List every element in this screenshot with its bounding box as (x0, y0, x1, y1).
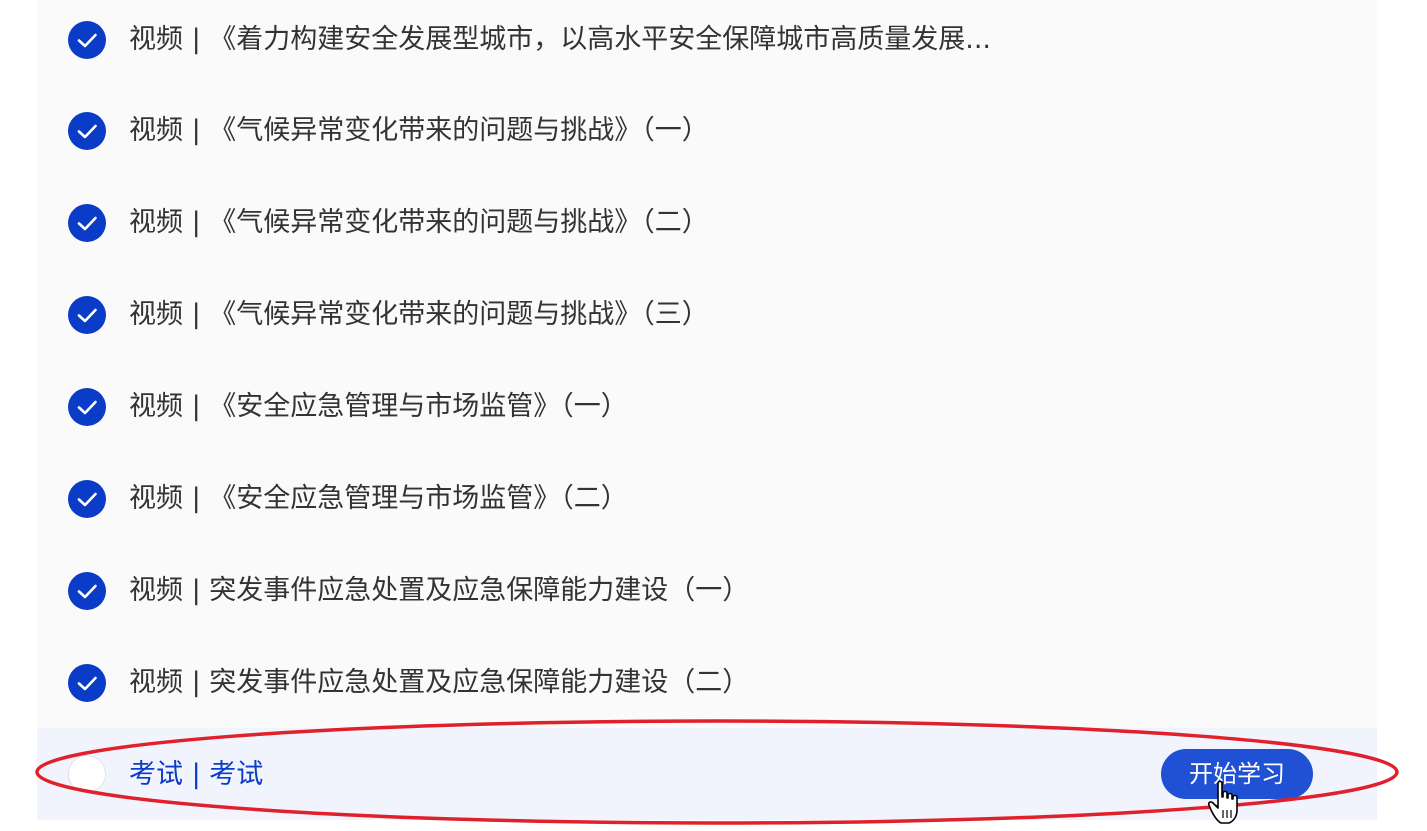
list-item[interactable]: 视频 | 《安全应急管理与市场监管》（二） (37, 460, 1377, 552)
list-item[interactable]: 视频 | 突发事件应急处置及应急保障能力建设（一） (37, 552, 1377, 644)
list-item-label: 视频 | 《安全应急管理与市场监管》（一） (129, 391, 628, 422)
list-item[interactable]: 视频 | 《气候异常变化带来的问题与挑战》（一） (37, 92, 1377, 184)
check-circle-icon (68, 664, 106, 702)
course-content-panel: 视频 | 《着力构建安全发展型城市，以高水平安全保障城市高质量发展... 视频 … (37, 0, 1377, 820)
list-item[interactable]: 视频 | 《气候异常变化带来的问题与挑战》（三） (37, 276, 1377, 368)
exam-item-label: 考试 | 考试 (129, 759, 264, 790)
check-circle-icon (68, 572, 106, 610)
list-item[interactable]: 视频 | 《着力构建安全发展型城市，以高水平安全保障城市高质量发展... (37, 0, 1377, 92)
check-circle-icon (68, 480, 106, 518)
list-item-label: 视频 | 突发事件应急处置及应急保障能力建设（一） (129, 575, 750, 606)
list-item[interactable]: 视频 | 突发事件应急处置及应急保障能力建设（二） (37, 644, 1377, 736)
list-item-label: 视频 | 《安全应急管理与市场监管》（二） (129, 483, 628, 514)
list-item-label: 视频 | 突发事件应急处置及应急保障能力建设（二） (129, 667, 750, 698)
list-item-label: 视频 | 《气候异常变化带来的问题与挑战》（一） (129, 115, 709, 146)
check-circle-icon (68, 21, 106, 59)
check-circle-icon (68, 388, 106, 426)
list-item[interactable]: 视频 | 《气候异常变化带来的问题与挑战》（二） (37, 184, 1377, 276)
list-item-label: 视频 | 《气候异常变化带来的问题与挑战》（三） (129, 299, 709, 330)
list-item[interactable]: 视频 | 《安全应急管理与市场监管》（一） (37, 368, 1377, 460)
exam-list-item[interactable]: 考试 | 考试 开始学习 (37, 728, 1377, 820)
check-circle-icon (68, 204, 106, 242)
hand-pointer-icon (1208, 780, 1238, 824)
list-item-label: 视频 | 《气候异常变化带来的问题与挑战》（二） (129, 207, 709, 238)
empty-circle-icon (68, 755, 106, 793)
check-circle-icon (68, 112, 106, 150)
check-circle-icon (68, 296, 106, 334)
list-item-label: 视频 | 《着力构建安全发展型城市，以高水平安全保障城市高质量发展... (129, 24, 992, 55)
